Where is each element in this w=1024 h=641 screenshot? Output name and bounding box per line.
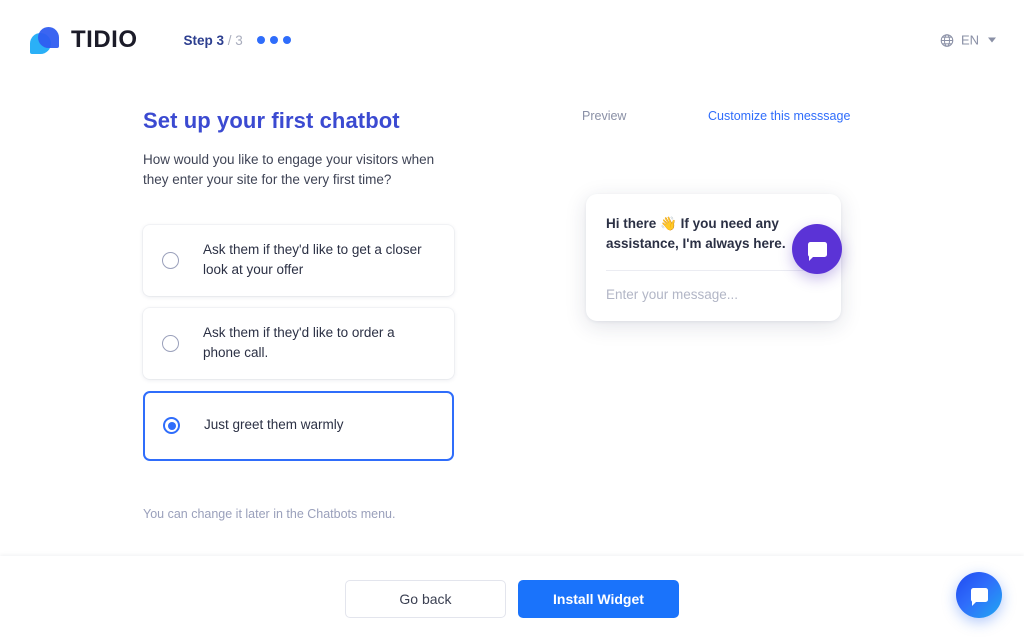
logo-shape-dark (38, 27, 59, 48)
step-current: Step 3 (183, 32, 225, 48)
step-total: / 3 (227, 32, 243, 48)
preview-label: Preview (582, 109, 627, 123)
page-subtitle: How would you like to engage your visito… (143, 152, 435, 188)
option-card-phone-call[interactable]: Ask them if they'd like to order a phone… (143, 307, 454, 379)
step-dot-1 (256, 36, 265, 44)
brand: TIDIO (30, 25, 138, 55)
chat-bubble-icon (807, 241, 827, 261)
language-selector[interactable]: EN (940, 33, 996, 48)
main-content: Set up your first chatbot How would you … (0, 80, 1024, 556)
radio-icon-selected[interactable] (163, 417, 180, 435)
chat-welcome-message: Hi there 👋 If you need any assistance, I… (606, 216, 786, 251)
radio-icon[interactable] (162, 334, 179, 352)
preview-panel: Preview Customize this messsage Hi there… (560, 106, 890, 322)
hint-text: You can change it later in the Chatbots … (143, 506, 396, 521)
step-indicator: Step 3 / 3 (184, 33, 291, 48)
chat-divider (606, 270, 821, 272)
globe-icon (940, 33, 954, 47)
preview-chat-bubble-button[interactable] (792, 224, 842, 274)
app-header: TIDIO Step 3 / 3 EN (0, 0, 1024, 80)
radio-icon[interactable] (162, 251, 179, 269)
step-dot-2 (269, 36, 278, 44)
option-label: Ask them if they'd like to get a closer … (203, 241, 422, 278)
chat-message-input[interactable]: Enter your message... (606, 287, 821, 302)
page-title: Set up your first chatbot (143, 108, 400, 133)
step-dots (256, 36, 291, 44)
footer-bar: Go back Install Widget (0, 556, 1024, 641)
preview-header: Preview Customize this messsage (560, 106, 890, 126)
option-list: Ask them if they'd like to get a closer … (143, 224, 473, 461)
language-value: EN (960, 32, 979, 48)
setup-panel: Set up your first chatbot How would you … (143, 108, 473, 521)
step-text: Step 3 / 3 (184, 33, 243, 48)
customize-message-link[interactable]: Customize this messsage (708, 109, 850, 123)
option-label: Ask them if they'd like to order a phone… (203, 324, 395, 361)
option-card-greet-warmly[interactable]: Just greet them warmly (143, 390, 454, 461)
step-dot-3 (282, 36, 291, 44)
install-widget-button[interactable]: Install Widget (518, 579, 679, 618)
chevron-down-icon (988, 37, 996, 43)
option-label: Just greet them warmly (204, 417, 344, 433)
option-card-closer-look[interactable]: Ask them if they'd like to get a closer … (143, 224, 454, 296)
go-back-button[interactable]: Go back (345, 579, 506, 618)
floating-chat-widget-button[interactable] (956, 572, 1002, 618)
chat-bubble-icon (970, 588, 988, 606)
brand-name: TIDIO (71, 26, 138, 53)
tidio-logo-icon (30, 25, 60, 55)
